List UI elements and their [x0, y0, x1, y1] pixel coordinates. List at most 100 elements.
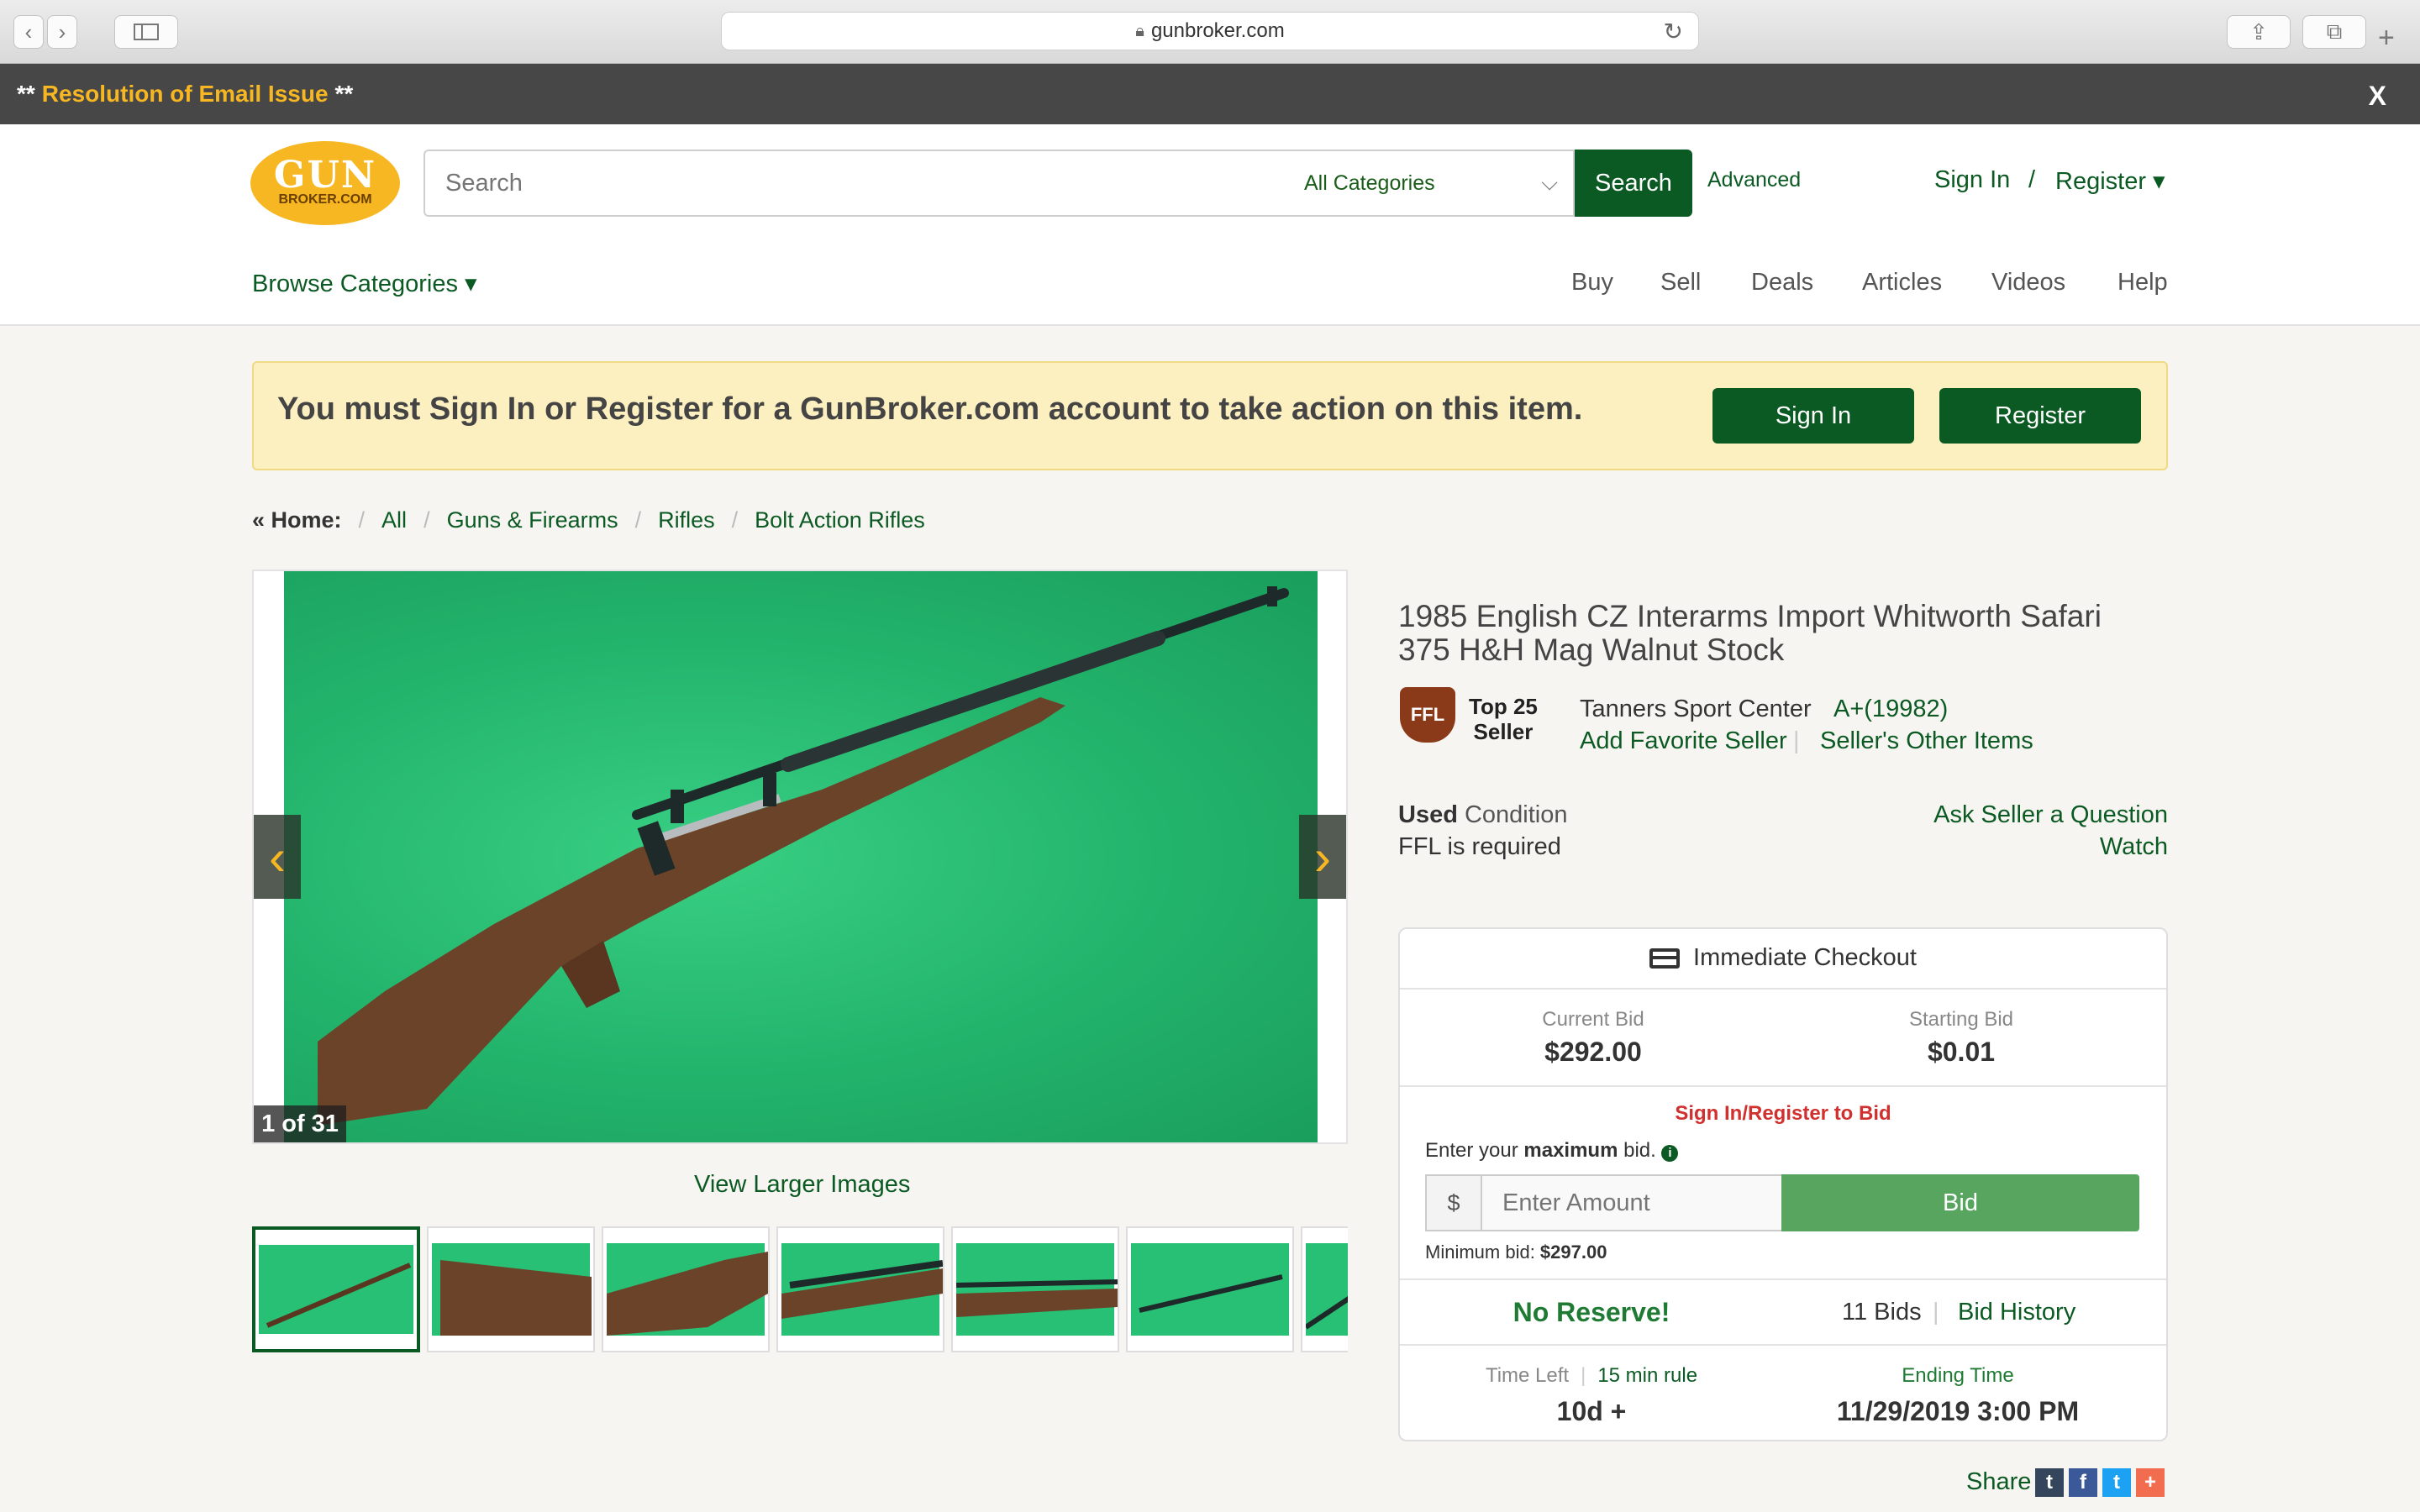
share-icon[interactable]: ⇪ — [2227, 15, 2291, 49]
nav-buy[interactable]: Buy — [1571, 269, 1613, 297]
tumblr-icon[interactable]: t — [2035, 1468, 2064, 1497]
nav-videos[interactable]: Videos — [1991, 269, 2065, 297]
add-favorite-seller-link[interactable]: Add Favorite Seller — [1580, 727, 1787, 755]
alert-bar: ** Resolution of Email Issue ** X — [0, 64, 2420, 124]
notice-text: You must Sign In or Register for a GunBr… — [277, 391, 1583, 427]
ask-seller-question-link[interactable]: Ask Seller a Question — [1933, 801, 2168, 829]
sellers-other-items-link[interactable]: Seller's Other Items — [1820, 727, 2033, 755]
time-left-label: Time Left — [1485, 1364, 1570, 1387]
starting-bid-label: Starting Bid — [1908, 1008, 2014, 1031]
current-bid-value: $292.00 — [1544, 1037, 1642, 1067]
back-icon[interactable]: ‹ — [13, 15, 44, 49]
thumbnail-1[interactable] — [252, 1226, 420, 1352]
breadcrumb-all[interactable]: All — [381, 507, 407, 533]
breadcrumb-separator: / — [731, 507, 739, 533]
bid-history-link[interactable]: Bid History — [1958, 1299, 2075, 1326]
sign-in-register-to-bid-link[interactable]: Sign In/Register to Bid — [1398, 1102, 2168, 1126]
checkout-label: Immediate Checkout — [1693, 944, 1917, 971]
sign-in-link[interactable]: Sign In — [1934, 166, 2010, 194]
condition-label: Condition — [1457, 801, 1568, 828]
bid-button[interactable]: Bid — [1781, 1174, 2139, 1231]
minimum-bid: Minimum bid: $297.00 — [1425, 1242, 1607, 1263]
rifle-illustration — [318, 586, 1289, 1126]
breadcrumb-guns-firearms[interactable]: Guns & Firearms — [447, 507, 618, 533]
nav-help[interactable]: Help — [2118, 269, 2168, 297]
thumbnail-4[interactable] — [776, 1226, 944, 1352]
nav-sell[interactable]: Sell — [1660, 269, 1701, 297]
new-tab-icon[interactable]: + — [2378, 22, 2412, 55]
breadcrumb-rifles[interactable]: Rifles — [658, 507, 715, 533]
reload-icon[interactable]: ↻ — [1664, 18, 1683, 45]
enter-suffix: bid. — [1618, 1139, 1656, 1162]
image-counter: 1 of 31 — [254, 1105, 346, 1142]
advanced-search-link[interactable]: Advanced — [1707, 168, 1801, 192]
thumbnail-3[interactable] — [602, 1226, 770, 1352]
divider — [1400, 1344, 2166, 1346]
fifteen-min-rule-link[interactable]: 15 min rule — [1597, 1364, 1697, 1388]
time-left-row: Time Left | 15 min rule — [1398, 1364, 1785, 1388]
thumbnail-2[interactable] — [427, 1226, 595, 1352]
breadcrumb-bolt-action-rifles[interactable]: Bolt Action Rifles — [755, 507, 925, 533]
category-selected: All Categories — [1304, 171, 1435, 195]
nav-articles[interactable]: Articles — [1862, 269, 1942, 297]
next-image-button[interactable]: › — [1299, 815, 1346, 899]
divider — [1400, 1085, 2166, 1087]
thumbnail-5[interactable] — [951, 1226, 1119, 1352]
condition-value: Used — [1398, 801, 1458, 828]
top-25-seller-badge: Top 25 Seller — [1469, 694, 1538, 744]
divider — [1400, 988, 2166, 990]
item-condition: Used Condition — [1398, 801, 1568, 829]
register-link[interactable]: Register ▾ — [2055, 166, 2165, 196]
more-share-icon[interactable]: + — [2136, 1468, 2165, 1497]
thumbnail-7[interactable] — [1301, 1226, 1348, 1352]
enter-bold: maximum — [1523, 1139, 1618, 1162]
prev-image-button[interactable]: ‹ — [254, 815, 301, 899]
breadcrumb-home[interactable]: « Home: — [252, 507, 342, 533]
currency-addon: $ — [1425, 1174, 1482, 1231]
minimum-bid-value: $297.00 — [1539, 1242, 1607, 1263]
breadcrumb-separator: / — [424, 507, 430, 533]
search-input[interactable] — [424, 150, 1289, 217]
thumbnail-6[interactable] — [1126, 1226, 1294, 1352]
category-select[interactable]: All Categories ⌵ — [1287, 150, 1575, 217]
view-larger-images-link[interactable]: View Larger Images — [694, 1171, 910, 1199]
twitter-icon[interactable]: t — [2102, 1468, 2131, 1497]
ending-time-label: Ending Time — [1902, 1364, 2014, 1387]
notice-sign-in-button[interactable]: Sign In — [1712, 388, 1914, 444]
info-icon[interactable]: i — [1661, 1145, 1679, 1162]
notice-register-button[interactable]: Register — [1939, 388, 2141, 444]
sidebar-icon[interactable] — [114, 15, 178, 49]
tabs-icon[interactable]: ⧉ — [2302, 15, 2366, 49]
ending-time-value: 11/29/2019 3:00 PM — [1836, 1396, 2080, 1426]
time-left-value: 10d + — [1556, 1396, 1627, 1426]
chevron-down-icon: ⌵ — [1541, 170, 1558, 195]
starting-bid-value: $0.01 — [1927, 1037, 1996, 1067]
max-bid-instructions: Enter your maximum bid. i — [1425, 1139, 1679, 1163]
bid-amount-input[interactable] — [1481, 1174, 1783, 1231]
main-product-image[interactable] — [284, 571, 1318, 1142]
divider — [1400, 1278, 2166, 1280]
search-button[interactable]: Search — [1575, 150, 1692, 217]
no-reserve-label: No Reserve! — [1512, 1297, 1670, 1327]
facebook-icon[interactable]: f — [2069, 1468, 2097, 1497]
current-bid-label: Current Bid — [1542, 1008, 1644, 1031]
watch-link[interactable]: Watch — [2100, 833, 2168, 861]
ffl-badge-icon: FFL — [1400, 687, 1455, 743]
gunbroker-logo[interactable]: GUN BROKER.COM — [250, 141, 400, 225]
forward-icon[interactable]: › — [47, 15, 77, 49]
immediate-checkout-header: Immediate Checkout — [1398, 944, 2168, 972]
seller-name[interactable]: Tanners Sport Center — [1580, 696, 1812, 723]
minimum-bid-label: Minimum bid: — [1425, 1242, 1540, 1263]
enter-prefix: Enter your — [1425, 1139, 1524, 1162]
alert-link[interactable]: Resolution of Email Issue — [42, 81, 329, 108]
share-label: Share — [1966, 1468, 2032, 1495]
browse-categories-menu[interactable]: Browse Categories ▾ — [252, 269, 477, 298]
bid-count: 11 Bids — [1842, 1299, 1922, 1326]
breadcrumb-separator: / — [634, 507, 642, 533]
seller-rating[interactable]: A+(19982) — [1833, 696, 1948, 723]
top25-line1: Top 25 — [1469, 694, 1538, 719]
nav-deals[interactable]: Deals — [1751, 269, 1813, 297]
address-bar[interactable]: 🔒︎ gunbroker.com ↻ — [721, 12, 1699, 50]
close-alert-button[interactable]: X — [2369, 81, 2386, 112]
divider: | — [1793, 727, 1800, 754]
